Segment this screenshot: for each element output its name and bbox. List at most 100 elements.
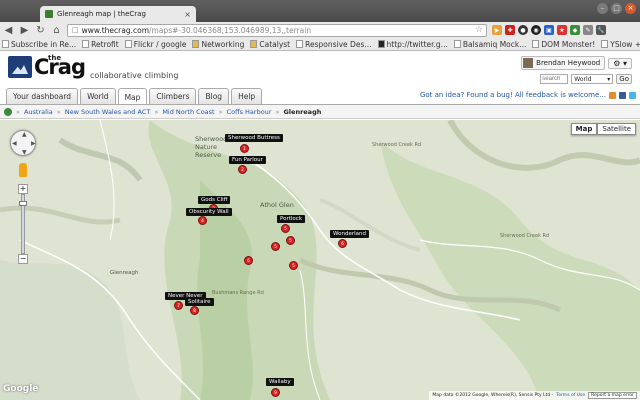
tab-your-dashboard[interactable]: Your dashboard (6, 88, 79, 104)
page-icon: □ (72, 26, 79, 34)
crag-pin[interactable]: 1 (240, 144, 249, 153)
zoom-out-button[interactable]: − (18, 254, 28, 264)
crag-pin[interactable]: 5 (271, 242, 280, 251)
terrain-map[interactable]: ▲ ▼ ◀ ▶ + − Map Satellite Sherwood Natur… (0, 120, 640, 400)
crag-pin[interactable]: 5 (286, 236, 295, 245)
map-type-map-button[interactable]: Map (570, 123, 598, 135)
extension-icons: ▶ ✚ ● ◉ ▣ ★ ◆ ✎ 🔧 (492, 25, 606, 35)
bookmark-item[interactable]: Retrofit (82, 40, 119, 49)
zoom-slider[interactable] (19, 194, 27, 254)
extension-5-icon[interactable]: ▣ (544, 25, 554, 35)
zoom-slider-thumb[interactable] (19, 201, 27, 206)
doc-icon (124, 40, 132, 48)
crag-label[interactable]: Wallaby (266, 378, 294, 386)
bookmark-label: DOM Monster! (541, 39, 596, 49)
crag-label[interactable]: Wonderland (330, 230, 369, 238)
crag-pin[interactable]: 2 (238, 165, 247, 174)
user-menu-button[interactable]: Brendan Heywood (521, 56, 606, 70)
address-bar[interactable]: □ www.thecrag.com /maps#-30.046368,153.0… (67, 23, 487, 37)
breadcrumb-australia[interactable]: Australia (24, 108, 53, 116)
back-icon[interactable]: ◀ (3, 25, 14, 36)
pan-up-icon[interactable]: ▲ (22, 131, 27, 138)
terms-link[interactable]: Terms of Use (556, 393, 585, 398)
bookmark-item[interactable]: Responsive Des... (296, 40, 372, 49)
tab-close-icon[interactable]: × (184, 10, 191, 19)
road-label: Bushmans Range Rd (212, 290, 264, 296)
search-input[interactable] (540, 74, 569, 84)
crag-label[interactable]: Portlock (277, 215, 306, 223)
reload-icon[interactable]: ↻ (35, 25, 46, 36)
rss-icon[interactable] (609, 91, 616, 99)
report-map-error-button[interactable]: Report a map error (588, 392, 637, 399)
tab-map[interactable]: Map (117, 88, 148, 105)
pan-control[interactable]: ▲ ▼ ◀ ▶ (10, 130, 36, 156)
street-view-pegman-icon[interactable] (19, 163, 27, 177)
forward-icon[interactable]: ▶ (19, 25, 30, 36)
thecrag-logo[interactable]: the Crag (8, 54, 86, 78)
scope-value: World (574, 75, 592, 83)
tab-climbers[interactable]: Climbers (149, 88, 197, 104)
bookmark-item[interactable]: Catalyst (250, 40, 290, 49)
tab-help[interactable]: Help (231, 88, 263, 104)
doc-icon (296, 40, 304, 48)
window-controls: – □ × (597, 3, 636, 14)
crag-pin[interactable]: 9 (271, 388, 280, 397)
crag-pin[interactable]: 5 (289, 261, 298, 270)
google-logo[interactable]: Google (3, 384, 38, 394)
road-label: Sherwood Creek Rd (372, 142, 422, 148)
breadcrumb-coffs-harbour[interactable]: Coffs Harbour (227, 108, 272, 116)
bookmark-item[interactable]: Subscribe in Re... (2, 40, 76, 49)
breadcrumb-nsw-act[interactable]: New South Wales and ACT (65, 108, 151, 116)
user-name: Brendan Heywood (536, 59, 601, 67)
extension-2-icon[interactable]: ✚ (505, 25, 515, 35)
crag-pin[interactable]: 8 (190, 306, 199, 315)
crag-label[interactable]: Sherwood Buttress (225, 134, 283, 142)
crag-pin[interactable]: 5 (281, 224, 290, 233)
breadcrumb-mid-north-coast[interactable]: Mid North Coast (162, 108, 214, 116)
bookmark-label: Balsamiq Mock... (462, 39, 527, 49)
crag-pin[interactable]: 4 (198, 216, 207, 225)
bookmark-item[interactable]: YSlow +3PO (601, 40, 640, 49)
crag-pin[interactable]: 6 (338, 239, 347, 248)
minimize-icon[interactable]: – (597, 3, 608, 14)
extension-3-icon[interactable]: ● (518, 25, 528, 35)
bookmark-item[interactable]: Networking (192, 40, 244, 49)
window-close-icon[interactable]: × (625, 3, 636, 14)
browser-tab[interactable]: Glenreagh map | theCrag × (40, 6, 196, 22)
bookmark-item[interactable]: Balsamiq Mock... (453, 39, 527, 49)
wrench-icon[interactable]: 🔧 (596, 25, 606, 35)
home-icon[interactable]: ⌂ (51, 25, 62, 36)
crag-label[interactable]: Gods Cliff (198, 196, 231, 204)
map-type-satellite-button[interactable]: Satellite (597, 123, 636, 135)
extension-6-icon[interactable]: ★ (557, 25, 567, 35)
scope-select[interactable]: World ▾ (571, 74, 614, 84)
crag-pin[interactable]: 6 (244, 256, 253, 265)
pan-down-icon[interactable]: ▼ (22, 149, 27, 156)
crag-label[interactable]: Obscurity Wall (186, 208, 232, 216)
pan-right-icon[interactable]: ▶ (31, 140, 36, 147)
go-button[interactable]: Go (616, 74, 632, 84)
crag-label[interactable]: Fun Parlour (229, 156, 266, 164)
bookmark-star-icon[interactable]: ☆ (475, 25, 483, 35)
bookmark-item[interactable]: Flickr / google (124, 40, 186, 49)
facebook-icon[interactable] (619, 91, 626, 99)
settings-button[interactable]: ⚙ ▾ (608, 57, 632, 69)
feedback-link[interactable]: Got an idea? Found a bug! All feedback i… (420, 91, 606, 99)
pan-left-icon[interactable]: ◀ (12, 140, 17, 147)
extension-7-icon[interactable]: ◆ (570, 25, 580, 35)
extension-1-icon[interactable]: ▶ (492, 25, 502, 35)
bookmark-item[interactable]: DOM Monster! (532, 40, 595, 49)
bookmark-item[interactable]: http://twitter.g... (377, 40, 448, 49)
tab-world[interactable]: World (80, 88, 116, 104)
zoom-in-button[interactable]: + (18, 184, 28, 194)
breadcrumb: » Australia » New South Wales and ACT » … (0, 105, 640, 119)
twitter-icon[interactable] (629, 91, 636, 99)
extension-4-icon[interactable]: ◉ (531, 25, 541, 35)
tab-blog[interactable]: Blog (198, 88, 230, 104)
maximize-icon[interactable]: □ (611, 3, 622, 14)
extension-8-icon[interactable]: ✎ (583, 25, 593, 35)
crag-label[interactable]: Solitaire (185, 298, 214, 306)
doc-icon (601, 40, 609, 48)
crag-pin[interactable]: 7 (174, 301, 183, 310)
mountain-logo-icon (8, 56, 32, 78)
